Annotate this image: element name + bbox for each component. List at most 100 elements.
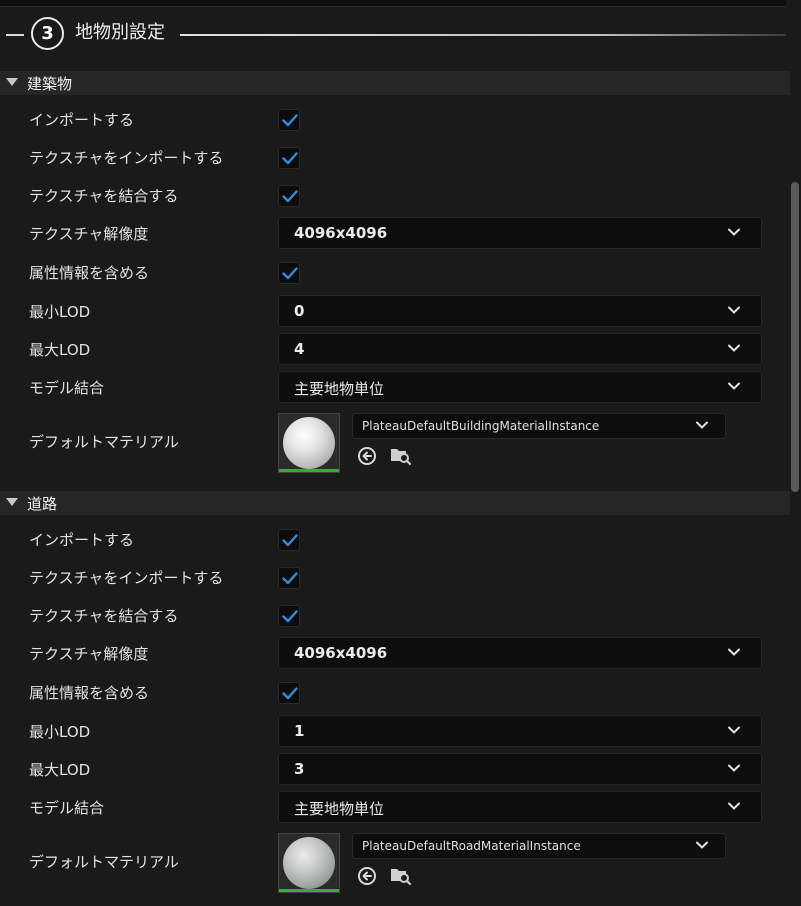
import-texture-checkbox[interactable] [278,147,300,169]
row-label: インポートする [29,531,135,549]
dropdown-value: 0 [294,302,305,320]
chevron-down-icon [728,726,740,734]
chevron-down-icon [696,421,708,429]
vertical-scrollbar[interactable] [791,182,799,492]
row-label: 属性情報を含める [29,684,150,702]
row-label: テクスチャを結合する [29,187,179,205]
import-texture-checkbox[interactable] [278,567,300,589]
section-header-building[interactable]: 建築物 [0,71,790,95]
dropdown-value: PlateauDefaultRoadMaterialInstance [362,839,581,853]
row-label: テクスチャ解像度 [29,225,149,243]
arrow-left-circle-icon[interactable] [357,866,377,886]
chevron-down-icon [696,841,708,849]
folder-search-icon[interactable] [389,864,411,886]
row-label: テクスチャをインポートする [29,569,224,587]
include-attributes-checkbox[interactable] [278,262,300,284]
material-thumbnail[interactable] [278,833,340,893]
material-preview-sphere [283,837,335,889]
material-thumbnail[interactable] [278,413,340,473]
row-max-lod: 最大LOD 4 [0,330,786,368]
header-rule-left [6,34,24,36]
row-texture-resolution: テクスチャ解像度 4096x4096 [0,214,786,252]
dropdown-value: 主要地物単位 [294,380,385,398]
row-include-attributes: 属性情報を含める [0,673,786,711]
material-preview-sphere [283,417,335,469]
model-merge-dropdown[interactable]: 主要地物単位 [278,371,762,403]
row-label: テクスチャをインポートする [29,149,224,167]
row-import-texture: テクスチャをインポートする [0,138,786,176]
include-attributes-checkbox[interactable] [278,682,300,704]
row-label: テクスチャ解像度 [29,645,149,663]
folder-search-icon[interactable] [389,444,411,466]
row-label: 最大LOD [29,341,91,359]
row-include-attributes: 属性情報を含める [0,253,786,291]
header-rule-right [180,34,786,36]
row-label: 最小LOD [29,303,91,321]
row-import: インポートする [0,100,786,138]
row-label: インポートする [29,111,135,129]
row-min-lod: 最小LOD 1 [0,712,786,750]
row-merge-texture: テクスチャを結合する [0,176,786,214]
row-label: テクスチャを結合する [29,607,179,625]
section-header-road[interactable]: 道路 [0,491,790,515]
checkmark-icon [282,687,298,700]
import-checkbox[interactable] [278,109,300,131]
row-min-lod: 最小LOD 0 [0,292,786,330]
row-texture-resolution: テクスチャ解像度 4096x4096 [0,634,786,672]
section-title: 道路 [27,495,58,513]
dropdown-value: PlateauDefaultBuildingMaterialInstance [362,419,600,433]
row-model-merge: モデル結合 主要地物単位 [0,788,786,826]
texture-resolution-dropdown[interactable]: 4096x4096 [278,637,762,669]
checkmark-icon [282,267,298,280]
checkmark-icon [282,534,298,547]
arrow-left-circle-icon[interactable] [357,446,377,466]
chevron-down-icon [728,802,740,810]
checkmark-icon [282,572,298,585]
min-lod-dropdown[interactable]: 1 [278,715,762,747]
row-label: 属性情報を含める [29,264,150,282]
section-title: 建築物 [27,75,73,93]
row-default-material: デフォルトマテリアル PlateauDefaultRoadMaterialIns… [0,833,786,897]
chevron-down-icon [728,344,740,352]
material-asset-dropdown[interactable]: PlateauDefaultRoadMaterialInstance [352,833,726,859]
dropdown-value: 1 [294,722,305,740]
row-model-merge: モデル結合 主要地物単位 [0,368,786,406]
chevron-down-icon [728,648,740,656]
row-label: モデル結合 [29,799,105,817]
import-checkbox[interactable] [278,529,300,551]
triangle-down-icon[interactable] [6,78,18,86]
model-merge-dropdown[interactable]: 主要地物単位 [278,791,762,823]
row-import-texture: テクスチャをインポートする [0,558,786,596]
row-import: インポートする [0,520,786,558]
thumbnail-asset-bar [279,889,339,892]
page-title: 地物別設定 [75,22,165,43]
texture-resolution-dropdown[interactable]: 4096x4096 [278,217,762,249]
max-lod-dropdown[interactable]: 4 [278,333,762,365]
chevron-down-icon [728,228,740,236]
chevron-down-icon [728,306,740,314]
checkmark-icon [282,610,298,623]
dropdown-value: 4096x4096 [294,224,388,242]
dropdown-value: 4 [294,340,305,358]
step-number-badge: 3 [31,17,64,50]
merge-texture-checkbox[interactable] [278,605,300,627]
row-max-lod: 最大LOD 3 [0,750,786,788]
row-merge-texture: テクスチャを結合する [0,596,786,634]
chevron-down-icon [728,764,740,772]
material-asset-dropdown[interactable]: PlateauDefaultBuildingMaterialInstance [352,413,726,439]
row-label: デフォルトマテリアル [29,433,179,451]
chevron-down-icon [728,382,740,390]
checkmark-icon [282,114,298,127]
max-lod-dropdown[interactable]: 3 [278,753,762,785]
thumbnail-asset-bar [279,469,339,472]
row-label: デフォルトマテリアル [29,853,179,871]
triangle-down-icon[interactable] [6,498,18,506]
checkmark-icon [282,152,298,165]
dropdown-value: 主要地物単位 [294,800,385,818]
row-label: 最大LOD [29,761,91,779]
row-label: 最小LOD [29,723,91,741]
merge-texture-checkbox[interactable] [278,185,300,207]
section-step-header: 3 地物別設定 [0,6,786,60]
checkmark-icon [282,190,298,203]
min-lod-dropdown[interactable]: 0 [278,295,762,327]
